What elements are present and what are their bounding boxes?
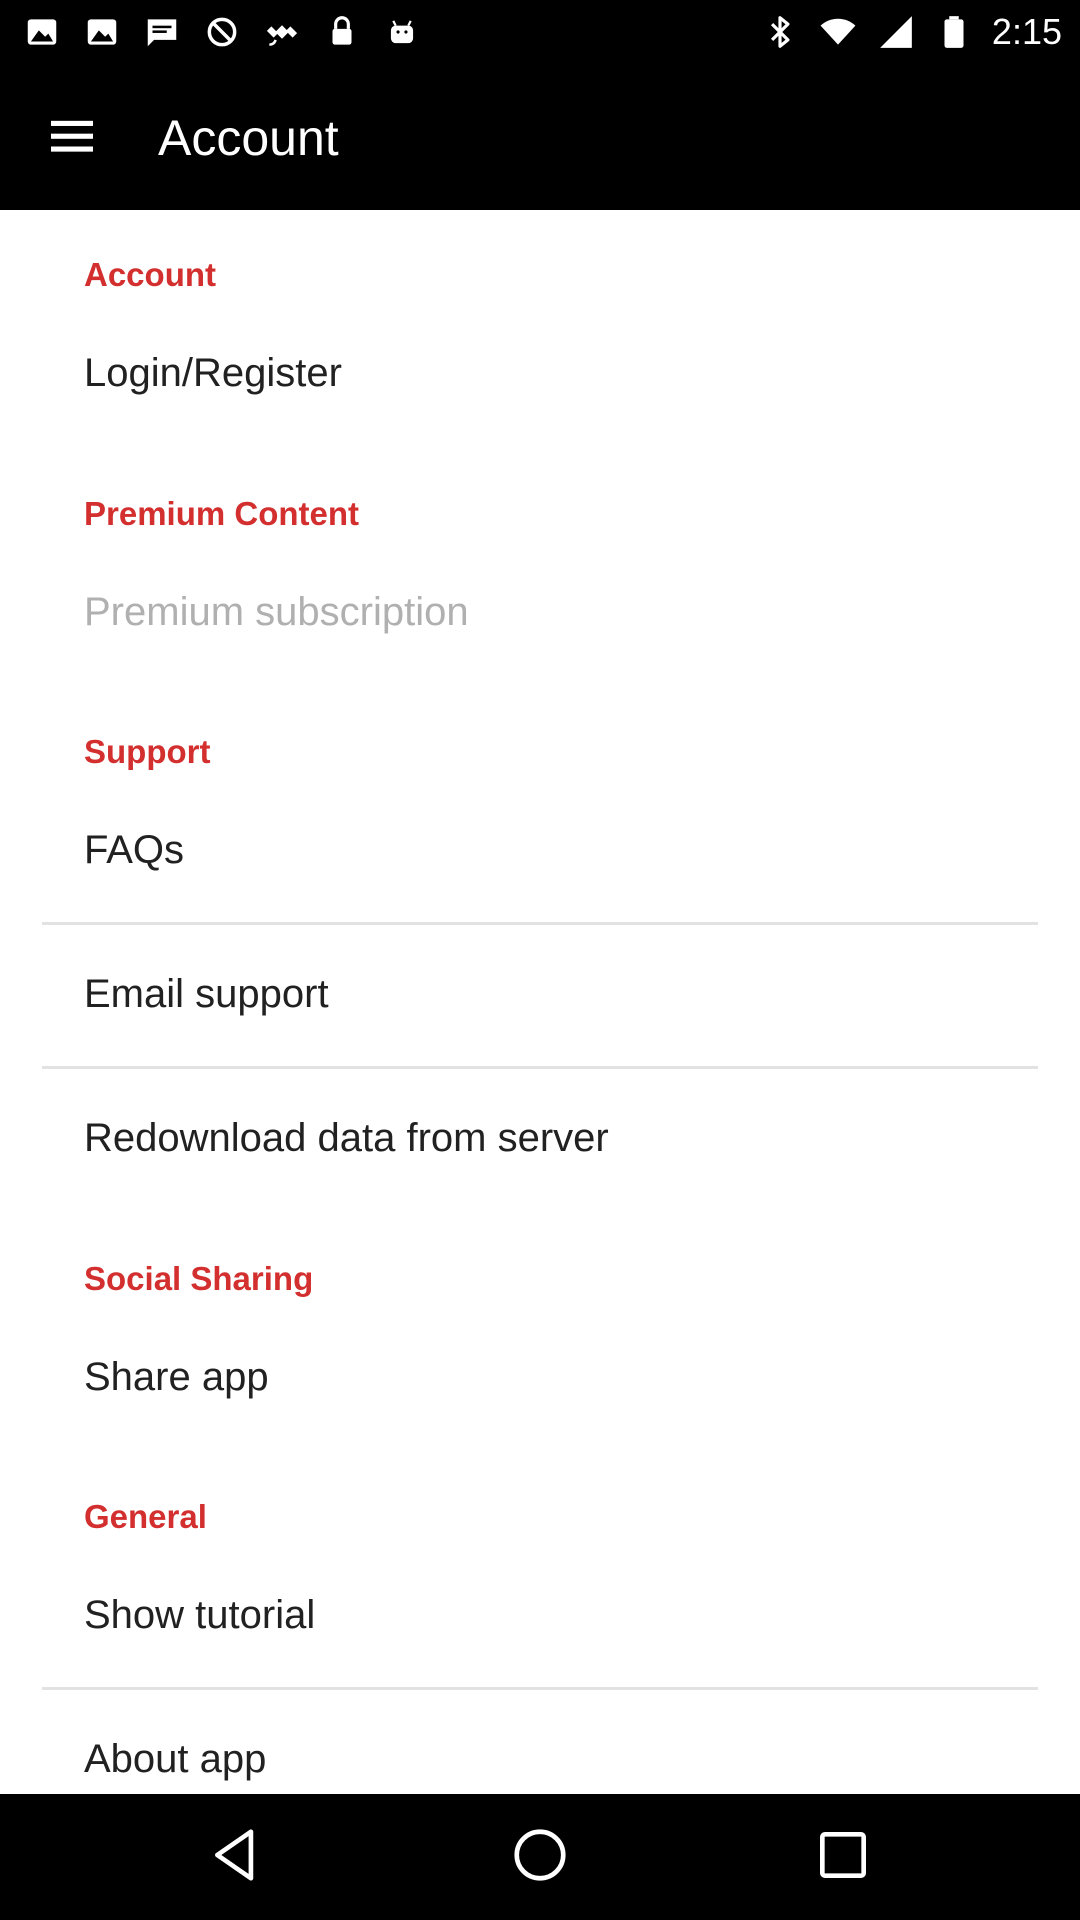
signal-icon: [876, 12, 916, 52]
section-header-premium-content: Premium Content: [84, 495, 360, 532]
wifi-icon: [818, 12, 858, 52]
battery-icon: [934, 12, 974, 52]
android-icon: [382, 12, 422, 52]
menu-button[interactable]: [40, 106, 104, 170]
bluetooth-icon: [760, 12, 800, 52]
about-app-item[interactable]: About app: [84, 1737, 266, 1782]
back-button[interactable]: [203, 1822, 273, 1892]
hamburger-menu-icon: [44, 108, 100, 169]
app-bar: Account: [0, 64, 1080, 210]
recents-icon: [812, 1824, 874, 1891]
status-bar: 2:15: [0, 0, 1080, 64]
faqs-item[interactable]: FAQs: [84, 828, 184, 873]
divider: [42, 922, 1038, 925]
back-icon: [207, 1824, 269, 1891]
lock-icon: [322, 12, 362, 52]
divider: [42, 1687, 1038, 1690]
share-app-item[interactable]: Share app: [84, 1355, 269, 1400]
recents-button[interactable]: [808, 1822, 878, 1892]
image-icon: [82, 12, 122, 52]
divider: [42, 1066, 1038, 1069]
section-header-social-sharing: Social Sharing: [84, 1260, 314, 1297]
message-icon: [142, 12, 182, 52]
settings-list: Account Login/Register Premium Content P…: [0, 210, 1080, 1794]
redownload-data-item[interactable]: Redownload data from server: [84, 1116, 609, 1161]
login-register-item[interactable]: Login/Register: [84, 351, 342, 396]
navigation-bar: [0, 1794, 1080, 1920]
premium-subscription-item[interactable]: Premium subscription: [84, 590, 469, 635]
status-time: 2:15: [991, 11, 1062, 52]
section-header-account: Account: [84, 256, 216, 293]
image-icon: [22, 12, 62, 52]
home-button[interactable]: [505, 1822, 575, 1892]
email-support-item[interactable]: Email support: [84, 972, 329, 1017]
home-icon: [509, 1824, 571, 1891]
status-icons-right: 2:15: [760, 10, 1062, 54]
status-icons-left: [22, 10, 422, 54]
fake-gps-icon: [262, 12, 302, 52]
do-not-disturb-icon: [202, 12, 242, 52]
show-tutorial-item[interactable]: Show tutorial: [84, 1593, 315, 1638]
page-title: Account: [158, 110, 339, 166]
section-header-support: Support: [84, 733, 211, 770]
section-header-general: General: [84, 1498, 207, 1535]
